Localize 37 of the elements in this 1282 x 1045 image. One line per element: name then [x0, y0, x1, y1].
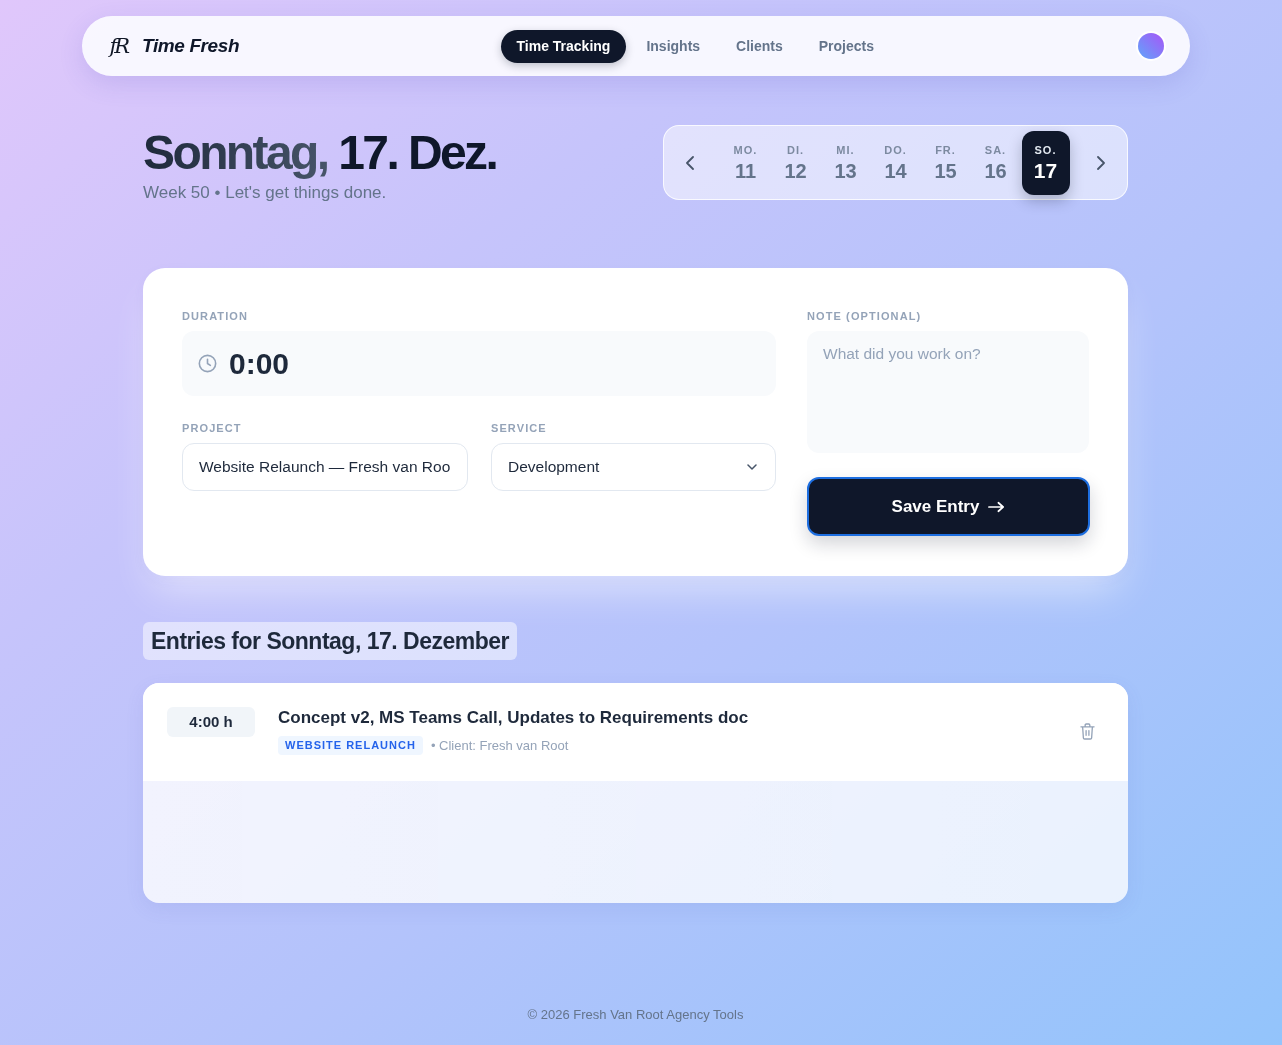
chevron-left-icon[interactable] — [686, 155, 694, 170]
trash-icon[interactable] — [1080, 722, 1095, 740]
brand-monogram: fR — [109, 34, 128, 58]
day-button[interactable]: DI. 12 — [771, 130, 820, 195]
client-text: • Client: Fresh van Root — [430, 738, 569, 753]
project-tag: WEBSITE RELAUNCH — [278, 736, 423, 755]
footer-text: © 2026 Fresh Van Root Agency Tools — [527, 1007, 744, 1023]
brand-name: Time Fresh — [142, 35, 240, 57]
day-button[interactable]: SO. 17 — [1021, 130, 1070, 195]
entries-heading: Entries for Sonntag, 17. Dezember — [143, 622, 517, 660]
project-select[interactable]: Website Relaunch — Fresh van Roo — [182, 443, 468, 491]
duration-field[interactable]: 0:00 — [182, 331, 776, 396]
day-button[interactable]: DO. 14 — [871, 130, 920, 195]
field-label: DURATION — [182, 309, 249, 323]
nav-tab[interactable]: Projects — [802, 29, 890, 63]
arrow-right-icon — [988, 500, 1006, 513]
day-button[interactable]: FR. 15 — [921, 130, 970, 195]
nav-tab[interactable]: Time Tracking — [500, 29, 627, 63]
field-label: PROJECT — [182, 421, 242, 435]
day-button[interactable]: MO. 11 — [721, 130, 770, 195]
entry-title: Concept v2, MS Teams Call, Updates to Requirements doc — [278, 707, 749, 729]
save-entry-button[interactable]: Save Entry — [807, 477, 1090, 536]
field-label: SERVICE — [491, 421, 547, 435]
clock-icon — [198, 354, 217, 373]
nav-tab[interactable]: Insights — [630, 29, 717, 63]
page-subtitle: Week 50 • Let's get things done. — [143, 182, 388, 204]
day-button[interactable]: SA. 16 — [971, 130, 1020, 195]
day-button[interactable]: MI. 13 — [821, 130, 870, 195]
note-field[interactable]: What did you work on? — [807, 331, 1089, 453]
chevron-down-icon — [747, 464, 757, 470]
page-title: Sonntag, 17. Dez. — [143, 125, 497, 181]
avatar-icon[interactable] — [1137, 33, 1164, 59]
chevron-right-icon[interactable] — [1097, 155, 1105, 170]
field-label: NOTE (OPTIONAL) — [807, 309, 922, 323]
nav-tab[interactable]: Clients — [720, 29, 799, 63]
service-select[interactable]: Development — [491, 443, 776, 491]
duration-badge: 4:00 h — [167, 707, 255, 737]
